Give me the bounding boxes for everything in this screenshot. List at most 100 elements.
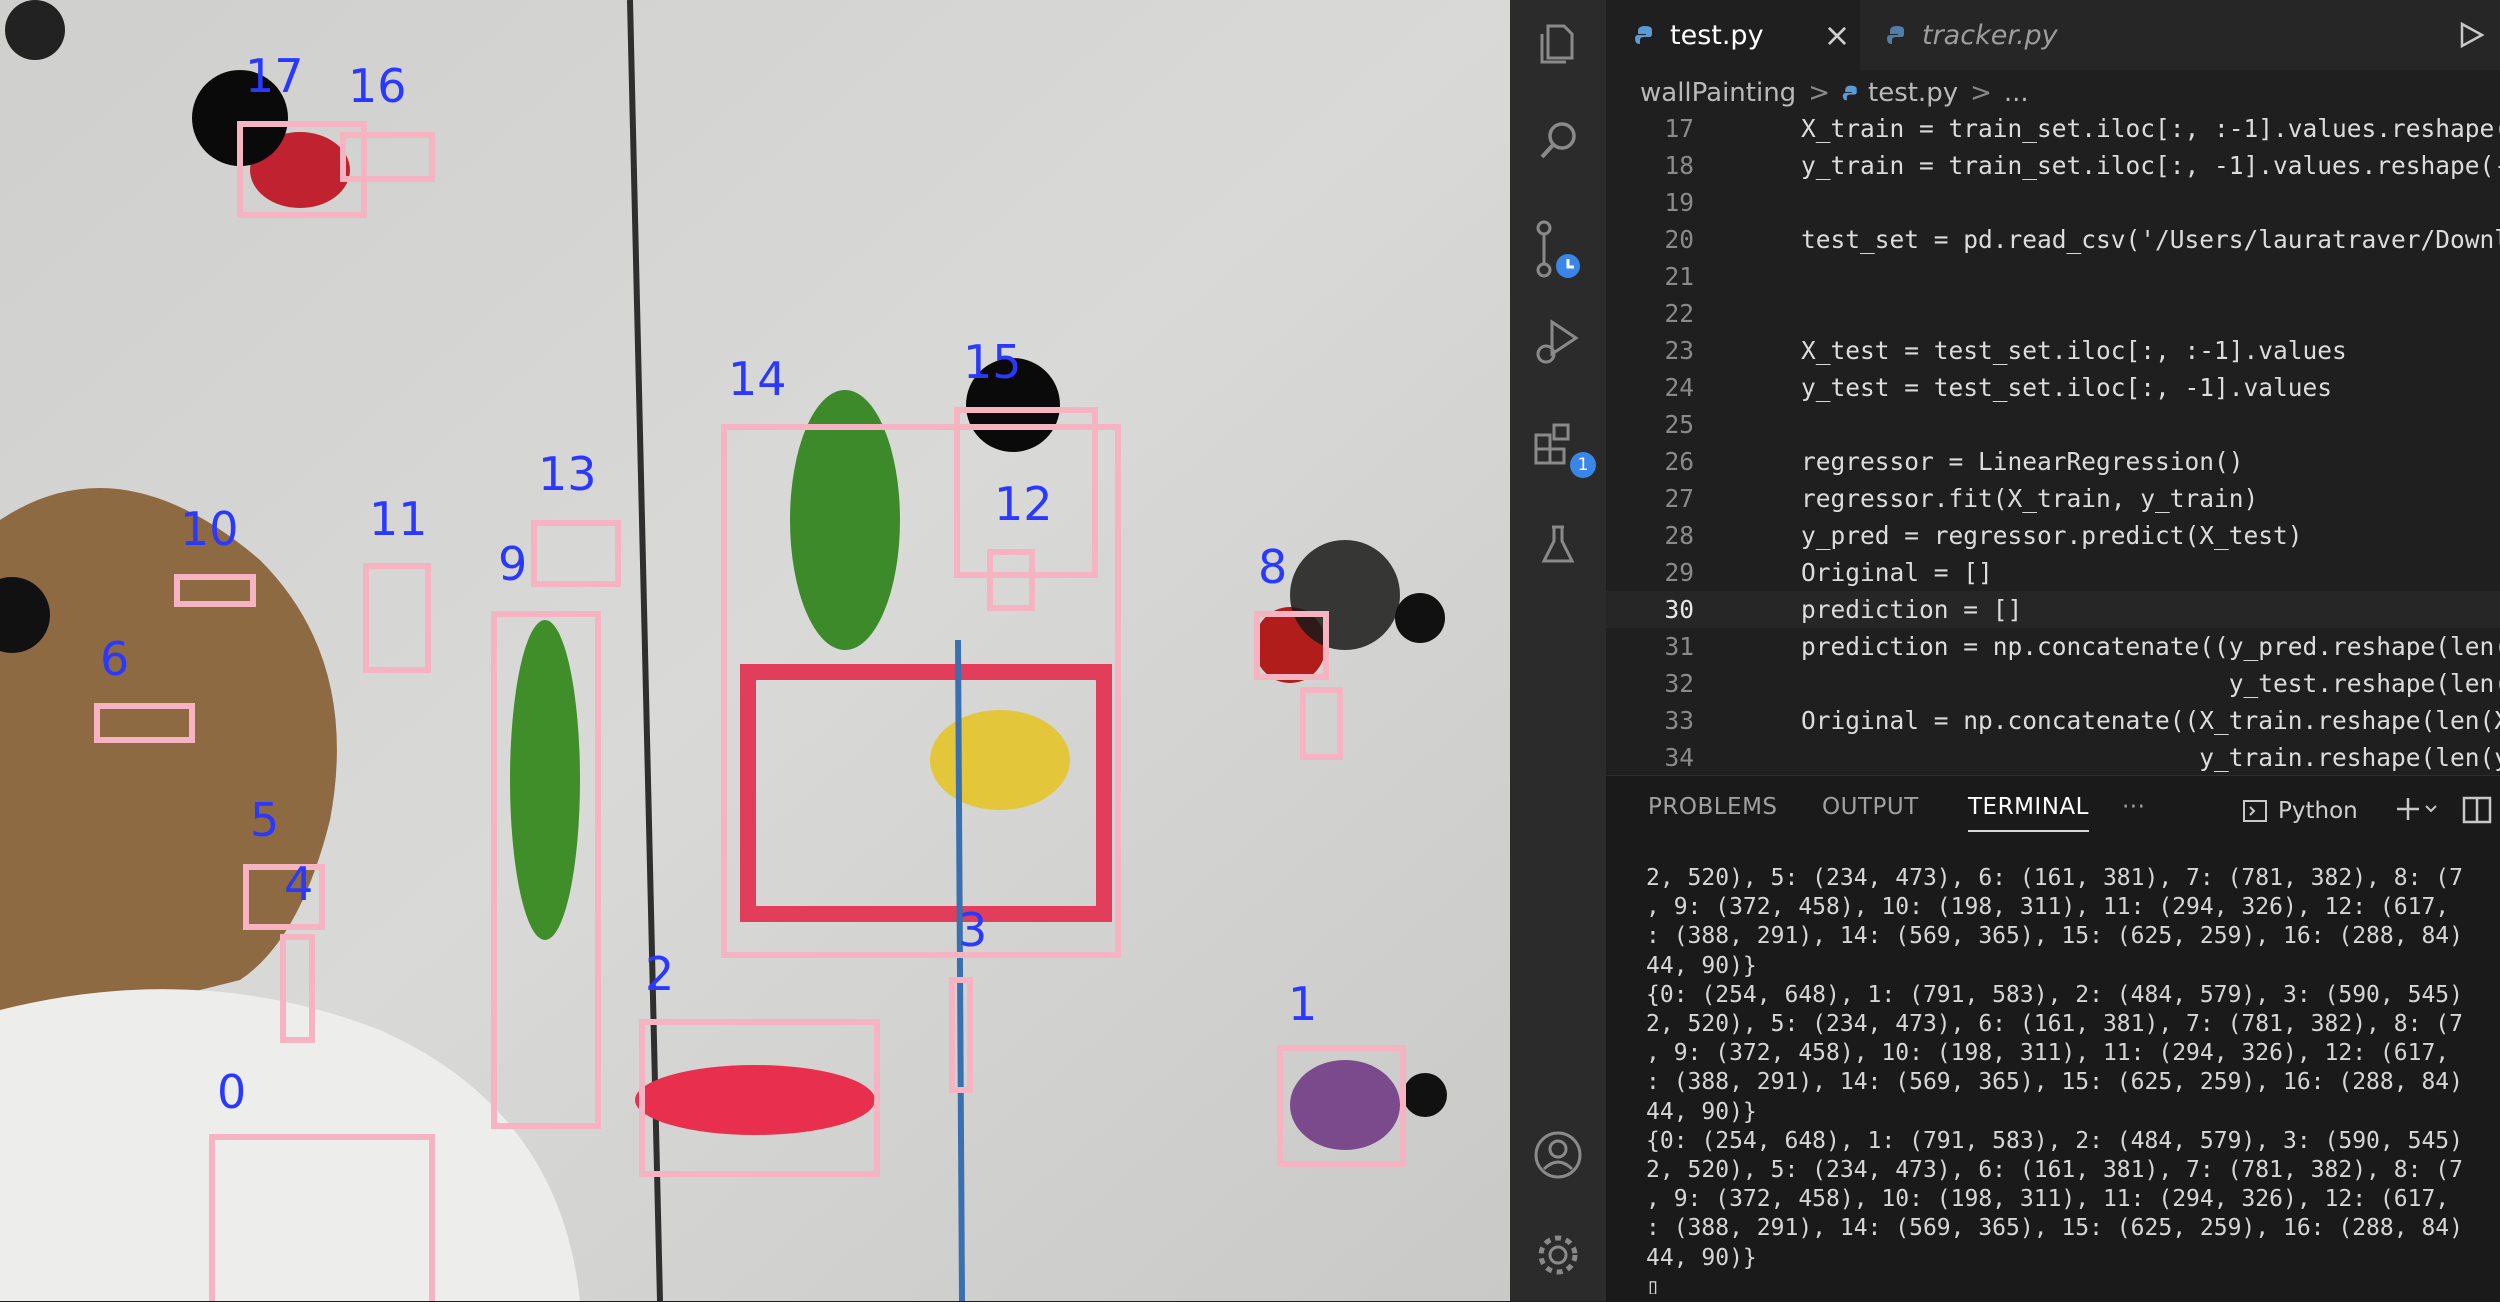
- code-line[interactable]: 18 y_train = train_set.iloc[:, -1].value…: [1606, 147, 2500, 184]
- terminal-line: : (388, 291), 14: (569, 365), 15: (625, …: [1646, 1069, 2463, 1096]
- bottom-panel: PROBLEMS OUTPUT TERMINAL ··· Python 2, 5…: [1606, 775, 2500, 1302]
- terminal-selector[interactable]: Python: [2242, 798, 2358, 824]
- terminal-line: {0: (254, 648), 1: (791, 583), 2: (484, …: [1646, 1127, 2463, 1154]
- yellow-paint-splash: [930, 710, 1070, 810]
- play-icon: [2460, 21, 2485, 49]
- panel-more-button[interactable]: ···: [2122, 794, 2145, 820]
- detection-label-16: 16: [348, 59, 407, 113]
- breadcrumb-folder[interactable]: wallPainting: [1640, 78, 1796, 108]
- python-file-icon: [1635, 26, 1652, 44]
- detection-label-11: 11: [369, 492, 428, 546]
- breadcrumb-symbol[interactable]: ...: [2004, 78, 2029, 108]
- video-feed: 0 1 2 3 4 5 6 8 9 10 11 12 13 14 15 16 1…: [0, 0, 1510, 1301]
- code-line[interactable]: 28 y_pred = regressor.predict(X_test): [1606, 517, 2500, 554]
- run-button[interactable]: [2456, 20, 2486, 54]
- detection-label-14: 14: [728, 352, 787, 406]
- code-line[interactable]: 25: [1606, 406, 2500, 443]
- detection-label-2: 2: [645, 947, 674, 1001]
- code-line[interactable]: 27 regressor.fit(X_train, y_train): [1606, 480, 2500, 517]
- line-number: 31: [1664, 632, 1694, 661]
- code-line[interactable]: 20 test_set = pd.read_csv('/Users/laurat…: [1606, 221, 2500, 258]
- code-line[interactable]: 32 y_test.reshape(len(y_test),1: [1606, 665, 2500, 702]
- purple-paint-splash: [1290, 1060, 1400, 1150]
- code-line[interactable]: 33 Original = np.concatenate((X_train.re…: [1606, 702, 2500, 739]
- code-text: X_test = test_set.iloc[:, :-1].values: [1742, 336, 2347, 365]
- terminal-line: 2, 520), 5: (234, 473), 6: (161, 381), 7…: [1646, 1157, 2463, 1183]
- search-icon: [1540, 122, 1576, 159]
- code-text: y_test = test_set.iloc[:, -1].values: [1742, 373, 2333, 402]
- detection-label-0: 0: [217, 1065, 246, 1119]
- line-number: 20: [1664, 225, 1694, 254]
- tab-problems[interactable]: PROBLEMS: [1648, 794, 1778, 820]
- code-line[interactable]: 29 Original = []: [1606, 554, 2500, 591]
- code-line[interactable]: 19: [1606, 184, 2500, 221]
- run-debug-icon: [1536, 319, 1579, 364]
- detection-label-10: 10: [180, 502, 239, 556]
- testing-button[interactable]: [1510, 505, 1606, 585]
- tab-test-py[interactable]: test.py ×: [1606, 0, 1860, 70]
- panel-tab-bar: PROBLEMS OUTPUT TERMINAL ··· Python: [1606, 776, 2500, 840]
- terminal-line: 44, 90)}: [1646, 1098, 1757, 1125]
- line-number: 24: [1664, 373, 1694, 402]
- code-line[interactable]: 31 prediction = np.concatenate((y_pred.r…: [1606, 628, 2500, 665]
- code-text: regressor.fit(X_train, y_train): [1742, 484, 2259, 513]
- code-text: regressor = LinearRegression(): [1742, 447, 2244, 476]
- detection-label-4: 4: [284, 857, 313, 911]
- black-dot: [1403, 1073, 1447, 1117]
- code-line[interactable]: 21: [1606, 258, 2500, 295]
- account-button[interactable]: [1510, 1115, 1606, 1195]
- line-number: 33: [1664, 706, 1694, 735]
- tab-tracker-py[interactable]: tracker.py: [1886, 0, 2126, 70]
- breadcrumb-separator: >: [1808, 78, 1830, 108]
- line-number: 27: [1664, 484, 1694, 513]
- terminal-kind-label: Python: [2278, 798, 2358, 824]
- terminal-output[interactable]: 2, 520), 5: (234, 473), 6: (161, 381), 7…: [1646, 864, 2500, 1294]
- python-file-icon: [1887, 26, 1904, 44]
- code-area[interactable]: 17 X_train = train_set.iloc[:, :-1].valu…: [1606, 108, 2500, 775]
- code-line[interactable]: 23 X_test = test_set.iloc[:, :-1].values: [1606, 332, 2500, 369]
- extensions-button[interactable]: 1: [1510, 405, 1606, 485]
- activity-bar: 1: [1510, 0, 1606, 1301]
- detection-label-9: 9: [498, 537, 527, 591]
- code-line[interactable]: 17 X_train = train_set.iloc[:, :-1].valu…: [1606, 110, 2500, 147]
- detection-label-13: 13: [538, 447, 597, 501]
- code-line[interactable]: 30 prediction = []: [1606, 591, 2500, 628]
- tab-output[interactable]: OUTPUT: [1822, 794, 1919, 820]
- new-terminal-button[interactable]: [2396, 794, 2440, 828]
- tab-label: test.py: [1670, 19, 1764, 51]
- tab-close-button[interactable]: ×: [1824, 16, 1851, 54]
- terminal-line: : (388, 291), 14: (569, 365), 15: (625, …: [1646, 923, 2463, 950]
- split-terminal-button[interactable]: [2462, 796, 2492, 828]
- source-control-icon: [1536, 220, 1580, 278]
- code-text: y_train.reshape(len(y_train),: [2199, 743, 2500, 772]
- split-icon: [2462, 796, 2492, 824]
- line-number: 25: [1664, 410, 1694, 439]
- detection-label-6: 6: [100, 632, 129, 686]
- code-line[interactable]: 24 y_test = test_set.iloc[:, -1].values: [1606, 369, 2500, 406]
- terminal-line: , 9: (372, 458), 10: (198, 311), 11: (29…: [1646, 894, 2450, 921]
- terminal-line: 2, 520), 5: (234, 473), 6: (161, 381), 7…: [1646, 865, 2463, 891]
- extensions-badge: 1: [1570, 452, 1596, 478]
- line-number: 22: [1664, 299, 1694, 328]
- line-number: 34: [1664, 743, 1694, 772]
- explorer-button[interactable]: [1510, 4, 1606, 84]
- green-paint-drip: [510, 620, 580, 940]
- testing-icon: [1541, 525, 1575, 563]
- code-line[interactable]: 26 regressor = LinearRegression(): [1606, 443, 2500, 480]
- line-number: 17: [1664, 114, 1694, 143]
- terminal-line: 44, 90)}: [1646, 1244, 1757, 1271]
- run-debug-button[interactable]: [1510, 300, 1606, 380]
- search-button[interactable]: [1510, 100, 1606, 180]
- code-line[interactable]: 22: [1606, 295, 2500, 332]
- detection-label-12: 12: [994, 477, 1053, 531]
- line-number: 21: [1664, 262, 1694, 291]
- settings-button[interactable]: [1510, 1215, 1606, 1295]
- breadcrumb-file[interactable]: test.py: [1868, 78, 1958, 108]
- code-line[interactable]: 34 y_train.reshape(len(y_train),: [1606, 739, 2500, 775]
- black-dot: [1395, 593, 1445, 643]
- tab-terminal[interactable]: TERMINAL: [1968, 794, 2089, 832]
- terminal-line: , 9: (372, 458), 10: (198, 311), 11: (29…: [1646, 1186, 2450, 1213]
- source-control-button[interactable]: [1510, 210, 1606, 290]
- line-number: 30: [1664, 595, 1694, 624]
- code-text: X_train = train_set.iloc[:, :-1].values.…: [1742, 114, 2500, 143]
